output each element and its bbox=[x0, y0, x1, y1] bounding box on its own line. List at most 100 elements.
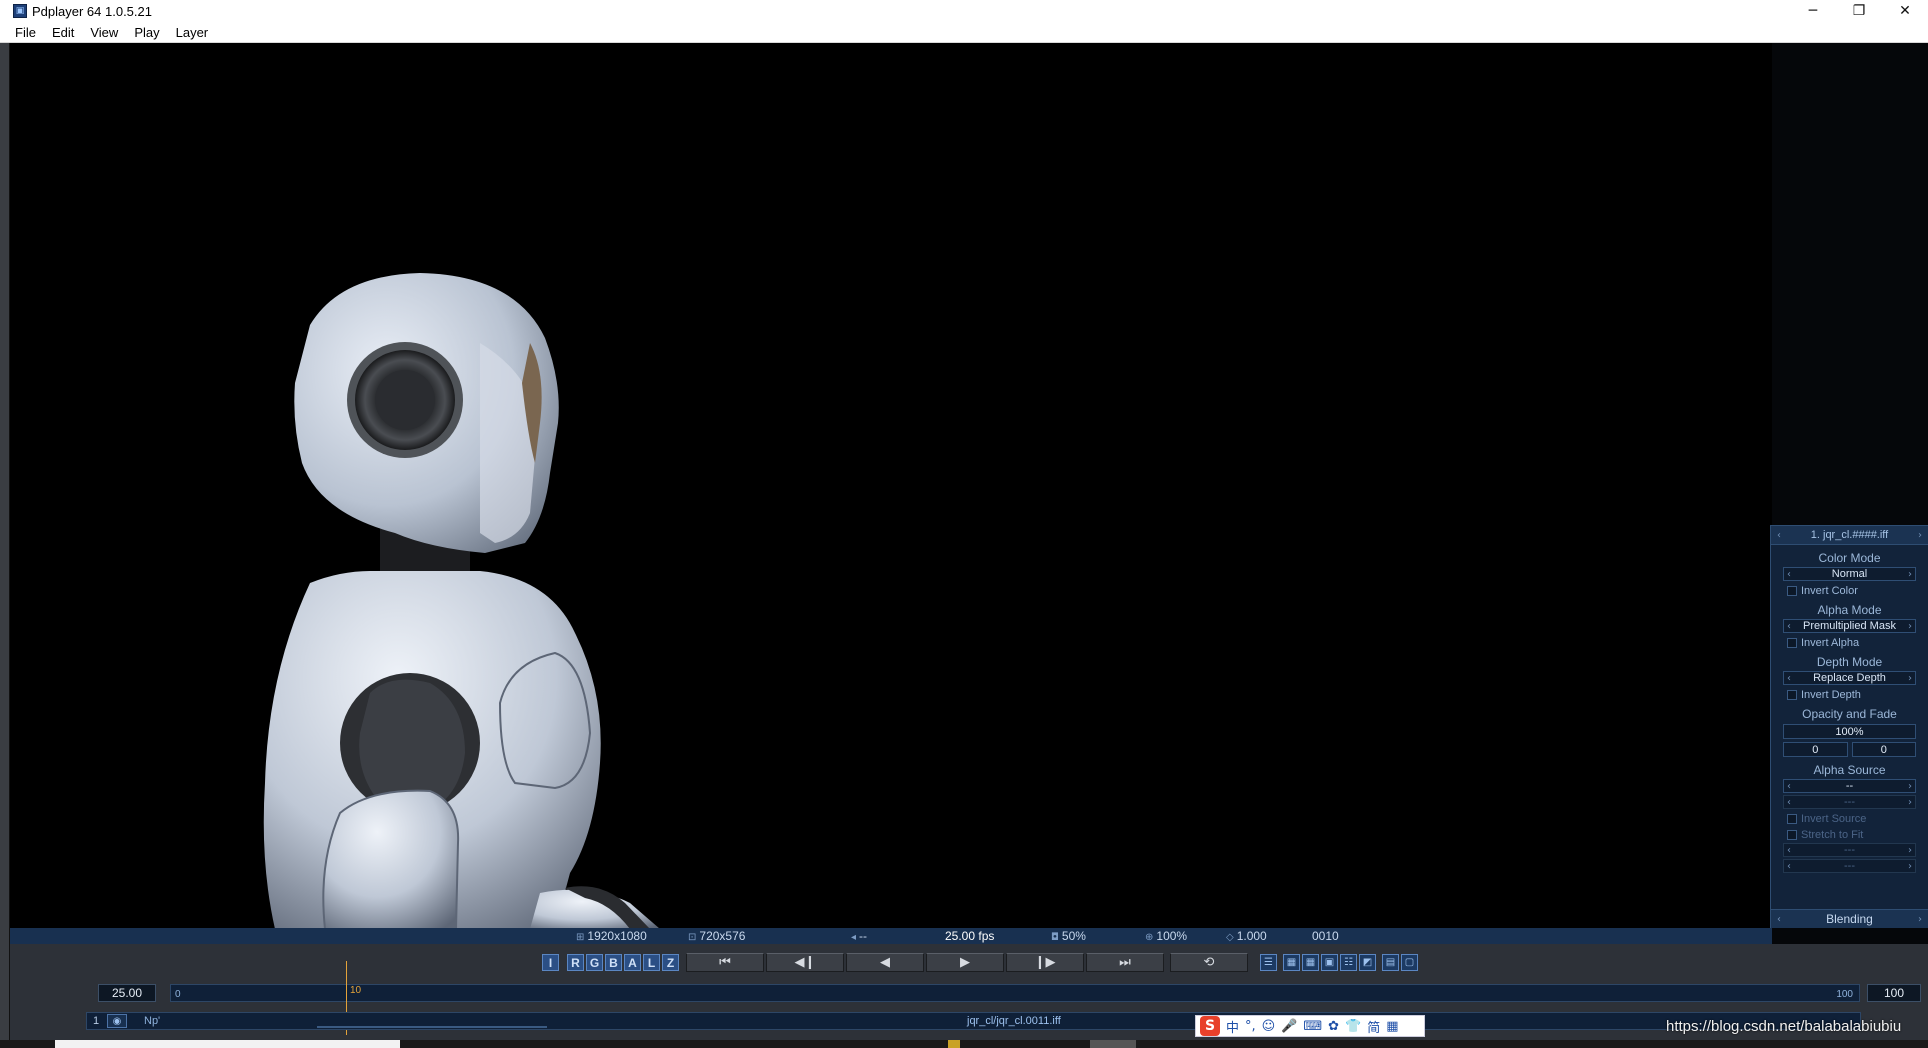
chevron-left-icon: ‹ bbox=[1787, 844, 1791, 856]
fade-in-field[interactable]: 0 bbox=[1783, 742, 1848, 757]
layout-grid-icon[interactable]: ▦ bbox=[1283, 954, 1300, 971]
last-frame-button[interactable]: ⏭ bbox=[1086, 953, 1164, 972]
ime-voice-icon[interactable]: 🎤 bbox=[1281, 1019, 1297, 1034]
layer-name[interactable]: 1. jqr_cl.####.iff bbox=[1811, 529, 1888, 541]
ime-toolbar: S 中 °, ☺ 🎤 ⌨ ✿ 👕 简 ▦ bbox=[1195, 1015, 1425, 1037]
invert-alpha-checkbox[interactable]: Invert Alpha bbox=[1787, 637, 1928, 649]
alpha-source-select[interactable]: ‹ -- › bbox=[1783, 779, 1916, 793]
audio-value: -- bbox=[859, 929, 868, 943]
channel-a-button[interactable]: A bbox=[624, 954, 641, 971]
alpha-source-sub-select[interactable]: ‹ --- › bbox=[1783, 795, 1916, 809]
next-frame-button[interactable]: ❙▶ bbox=[1006, 953, 1084, 972]
gamma-readout[interactable]: ◇ 1.000 bbox=[1226, 929, 1267, 943]
ime-tools-icon[interactable]: ▦ bbox=[1386, 1019, 1398, 1034]
blending-section-header[interactable]: ‹ Blending › bbox=[1771, 909, 1928, 928]
channel-l-button[interactable]: L bbox=[643, 954, 660, 971]
close-button[interactable]: ✕ bbox=[1882, 0, 1928, 22]
color-mode-label: Color Mode bbox=[1818, 551, 1881, 565]
ime-simplified-icon[interactable]: 简 bbox=[1367, 1017, 1380, 1036]
channel-i-button[interactable]: I bbox=[542, 954, 559, 971]
next-layer-arrow-icon[interactable]: › bbox=[1918, 530, 1922, 541]
audio-readout[interactable]: ◂ -- bbox=[851, 929, 867, 943]
alpha-source-label: Alpha Source bbox=[1813, 763, 1886, 777]
channel-r-button[interactable]: R bbox=[567, 954, 584, 971]
transport-buttons: ⏮ ◀❙ ◀ ▶ ❙▶ ⏭ ⟲ bbox=[686, 953, 1248, 972]
first-frame-button[interactable]: ⏮ bbox=[686, 953, 764, 972]
ime-chinese-mode-icon[interactable]: 中 bbox=[1226, 1017, 1239, 1036]
layout-columns-icon[interactable]: ▤ bbox=[1382, 954, 1399, 971]
zoom-icon: ⊕ bbox=[1145, 932, 1154, 943]
extra-select-1[interactable]: ‹ --- › bbox=[1783, 843, 1916, 857]
ime-shirt-icon[interactable]: 👕 bbox=[1345, 1019, 1361, 1034]
resolution-readout: ⊞ 1920x1080 bbox=[576, 929, 647, 943]
taskbar-item[interactable] bbox=[948, 1040, 960, 1048]
invert-depth-checkbox[interactable]: Invert Depth bbox=[1787, 689, 1928, 701]
menu-layer[interactable]: Layer bbox=[168, 25, 217, 40]
fade-out-field[interactable]: 0 bbox=[1851, 742, 1916, 757]
app-root: ▣ Pdplayer 64 1.0.5.21 ─ ❐ ✕ File Edit V… bbox=[0, 0, 1928, 1048]
display-size-readout[interactable]: ⊡ 720x576 bbox=[688, 929, 745, 943]
menu-view[interactable]: View bbox=[82, 25, 126, 40]
chevron-left-icon: ‹ bbox=[1787, 620, 1791, 632]
previous-frame-button[interactable]: ◀❙ bbox=[766, 953, 844, 972]
end-frame-input[interactable]: 100 bbox=[1867, 984, 1921, 1002]
fps-readout[interactable]: 25.00 fps bbox=[945, 929, 994, 943]
ime-punctuation-icon[interactable]: °, bbox=[1245, 1019, 1256, 1034]
alpha-mode-select[interactable]: ‹ Premultiplied Mask › bbox=[1783, 619, 1916, 633]
layout-list-icon[interactable]: ☰ bbox=[1260, 954, 1277, 971]
channel-b-button[interactable]: B bbox=[605, 954, 622, 971]
layer-track[interactable]: 1 ◉ Np' jqr_cl/jqr_cl.0011.iff bbox=[86, 1012, 1861, 1030]
menu-play[interactable]: Play bbox=[126, 25, 167, 40]
zoom-readout[interactable]: ⊕ 100% bbox=[1145, 929, 1187, 943]
stretch-to-fit-label: Stretch to Fit bbox=[1801, 829, 1864, 841]
layout-split-icon[interactable]: ◩ bbox=[1359, 954, 1376, 971]
checkbox-icon bbox=[1787, 638, 1797, 648]
invert-source-checkbox[interactable]: Invert Source bbox=[1787, 813, 1928, 825]
track-range-bar[interactable] bbox=[317, 1026, 547, 1028]
stretch-to-fit-checkbox[interactable]: Stretch to Fit bbox=[1787, 829, 1928, 841]
fps-input[interactable]: 25.00 bbox=[98, 984, 156, 1002]
invert-color-checkbox[interactable]: Invert Color bbox=[1787, 585, 1928, 597]
play-button[interactable]: ▶ bbox=[926, 953, 1004, 972]
menu-edit[interactable]: Edit bbox=[44, 25, 82, 40]
play-backward-button[interactable]: ◀ bbox=[846, 953, 924, 972]
loop-button[interactable]: ⟲ bbox=[1170, 953, 1248, 972]
taskbar-item[interactable] bbox=[55, 1040, 400, 1048]
menu-bar: File Edit View Play Layer bbox=[0, 22, 1928, 43]
alpha-mode-value: Premultiplied Mask bbox=[1803, 620, 1896, 632]
layout-grid2-icon[interactable]: ▦ bbox=[1302, 954, 1319, 971]
taskbar-item[interactable] bbox=[1090, 1040, 1136, 1048]
timeline-start-label: 0 bbox=[175, 989, 181, 1000]
minimize-button[interactable]: ─ bbox=[1790, 0, 1836, 22]
layout-fullscreen-icon[interactable]: ▢ bbox=[1401, 954, 1418, 971]
scale-readout[interactable]: ◘ 50% bbox=[1051, 929, 1086, 943]
channel-buttons: I R G B A L Z bbox=[542, 954, 679, 971]
channel-g-button[interactable]: G bbox=[586, 954, 603, 971]
timeline-scrubber[interactable]: 0 100 10 bbox=[170, 961, 1860, 1035]
ime-skin-icon[interactable]: ✿ bbox=[1328, 1019, 1339, 1034]
restore-button[interactable]: ❐ bbox=[1836, 0, 1882, 22]
depth-mode-select[interactable]: ‹ Replace Depth › bbox=[1783, 671, 1916, 685]
depth-mode-label: Depth Mode bbox=[1816, 655, 1883, 669]
visibility-eye-icon[interactable]: ◉ bbox=[107, 1014, 127, 1028]
menu-file[interactable]: File bbox=[0, 25, 44, 40]
color-mode-select[interactable]: ‹ Normal › bbox=[1783, 567, 1916, 581]
chevron-left-icon: ‹ bbox=[1787, 780, 1791, 792]
chevron-right-icon: › bbox=[1908, 796, 1912, 808]
extra-select-1-value: --- bbox=[1844, 844, 1855, 856]
extra-select-2[interactable]: ‹ --- › bbox=[1783, 859, 1916, 873]
display-size-value: 720x576 bbox=[699, 929, 746, 943]
layout-single-icon[interactable]: ▣ bbox=[1321, 954, 1338, 971]
opacity-field[interactable]: 100% bbox=[1783, 724, 1916, 739]
channel-z-button[interactable]: Z bbox=[662, 954, 679, 971]
frame-readout: 0010 bbox=[1312, 929, 1339, 943]
ime-keyboard-icon[interactable]: ⌨ bbox=[1303, 1019, 1322, 1034]
chevron-right-icon: › bbox=[1907, 620, 1912, 632]
layout-stack-icon[interactable]: ☷ bbox=[1340, 954, 1357, 971]
prev-layer-arrow-icon[interactable]: ‹ bbox=[1777, 530, 1781, 541]
timeline-end-label: 100 bbox=[1836, 989, 1853, 1000]
chevron-left-icon: ‹ bbox=[1787, 672, 1791, 684]
image-viewport[interactable] bbox=[10, 43, 1772, 929]
ime-emoji-icon[interactable]: ☺ bbox=[1262, 1019, 1276, 1034]
sogou-logo-icon[interactable]: S bbox=[1200, 1016, 1220, 1036]
